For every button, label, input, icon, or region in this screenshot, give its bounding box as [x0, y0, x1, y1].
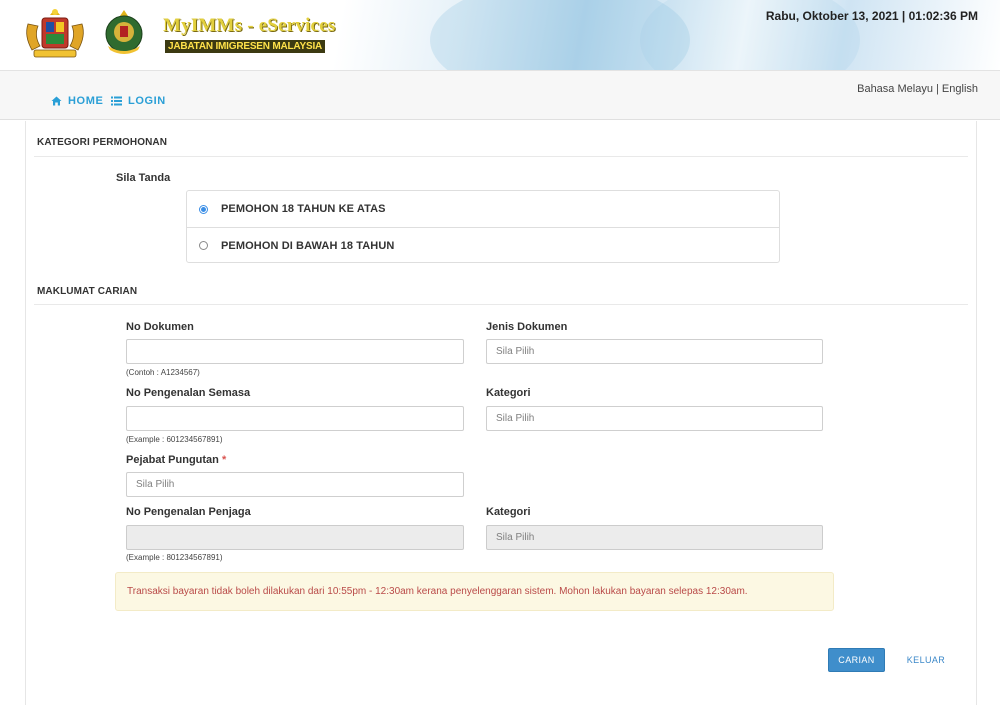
header-banner: MyIMMs - eServices JABATAN IMIGRESEN MAL…	[0, 0, 1000, 70]
brand-subtitle: JABATAN IMIGRESEN MALAYSIA	[165, 40, 326, 53]
kategori-penjaga-select: Sila Pilih	[486, 525, 823, 550]
no-penjaga-input	[126, 525, 464, 550]
section-divider	[34, 304, 968, 305]
kategori-label: Kategori	[486, 387, 531, 399]
jenis-dokumen-label: Jenis Dokumen	[486, 321, 568, 333]
carian-button[interactable]: CARIAN	[828, 648, 885, 672]
radio-option-adult[interactable]: PEMOHON 18 TAHUN KE ATAS	[187, 191, 779, 227]
no-penjaga-hint: (Example : 801234567891)	[126, 553, 223, 562]
lang-english-link[interactable]: English	[942, 83, 978, 95]
kategori-penjaga-label: Kategori	[486, 506, 531, 518]
category-radio-group: PEMOHON 18 TAHUN KE ATAS PEMOHON DI BAWA…	[186, 190, 780, 263]
section-title-carian: MAKLUMAT CARIAN	[37, 286, 138, 297]
nav-home-label: HOME	[68, 95, 104, 107]
radio-label: PEMOHON DI BAWAH 18 TAHUN	[221, 239, 395, 252]
lang-separator: |	[932, 83, 942, 95]
instruction-label: Sila Tanda	[116, 172, 171, 184]
current-datetime: Rabu, Oktober 13, 2021 | 01:02:36 PM	[765, 9, 978, 23]
required-mark: *	[221, 454, 227, 466]
no-dokumen-hint: (Contoh : A1234567)	[126, 368, 200, 377]
nav-home-link[interactable]: HOME	[51, 95, 103, 107]
no-pengenalan-hint: (Example : 601234567891)	[126, 435, 223, 444]
nav-login-link[interactable]: LOGIN	[111, 95, 166, 107]
radio-button-checked[interactable]	[199, 204, 208, 214]
brand-title: MyIMMs - eServices	[163, 15, 336, 36]
pejabat-pungutan-select[interactable]: Sila Pilih	[126, 472, 464, 497]
no-pengenalan-input[interactable]	[126, 406, 464, 431]
home-icon	[51, 96, 62, 106]
jenis-dokumen-select[interactable]: Sila Pilih	[486, 339, 823, 364]
navbar: HOME LOGIN Bahasa Melayu | English	[0, 70, 1000, 120]
maintenance-notice: Transaksi bayaran tidak boleh dilakukan …	[115, 572, 834, 611]
immigration-crest-logo	[105, 10, 143, 54]
keluar-button[interactable]: KELUAR	[900, 648, 952, 672]
nav-login-label: LOGIN	[128, 95, 166, 107]
radio-option-minor[interactable]: PEMOHON DI BAWAH 18 TAHUN	[187, 227, 779, 263]
main-card: KATEGORI PERMOHONAN Sila Tanda PEMOHON 1…	[25, 121, 977, 705]
section-divider	[34, 156, 968, 157]
lang-malay-link[interactable]: Bahasa Melayu	[857, 83, 933, 95]
pejabat-pungutan-label-text: Pejabat Pungutan	[126, 454, 219, 466]
no-pengenalan-label: No Pengenalan Semasa	[126, 387, 251, 399]
no-dokumen-label: No Dokumen	[126, 321, 194, 333]
list-icon	[111, 96, 122, 106]
no-dokumen-input[interactable]	[126, 339, 464, 364]
coat-of-arms-logo	[26, 9, 84, 58]
pejabat-pungutan-label: Pejabat Pungutan *	[126, 454, 226, 466]
radio-button[interactable]	[199, 241, 208, 250]
radio-label: PEMOHON 18 TAHUN KE ATAS	[221, 203, 386, 215]
no-penjaga-label: No Pengenalan Penjaga	[126, 506, 251, 518]
language-switcher: Bahasa Melayu | English	[857, 83, 978, 95]
section-title-kategori: KATEGORI PERMOHONAN	[37, 137, 168, 148]
kategori-select[interactable]: Sila Pilih	[486, 406, 823, 431]
